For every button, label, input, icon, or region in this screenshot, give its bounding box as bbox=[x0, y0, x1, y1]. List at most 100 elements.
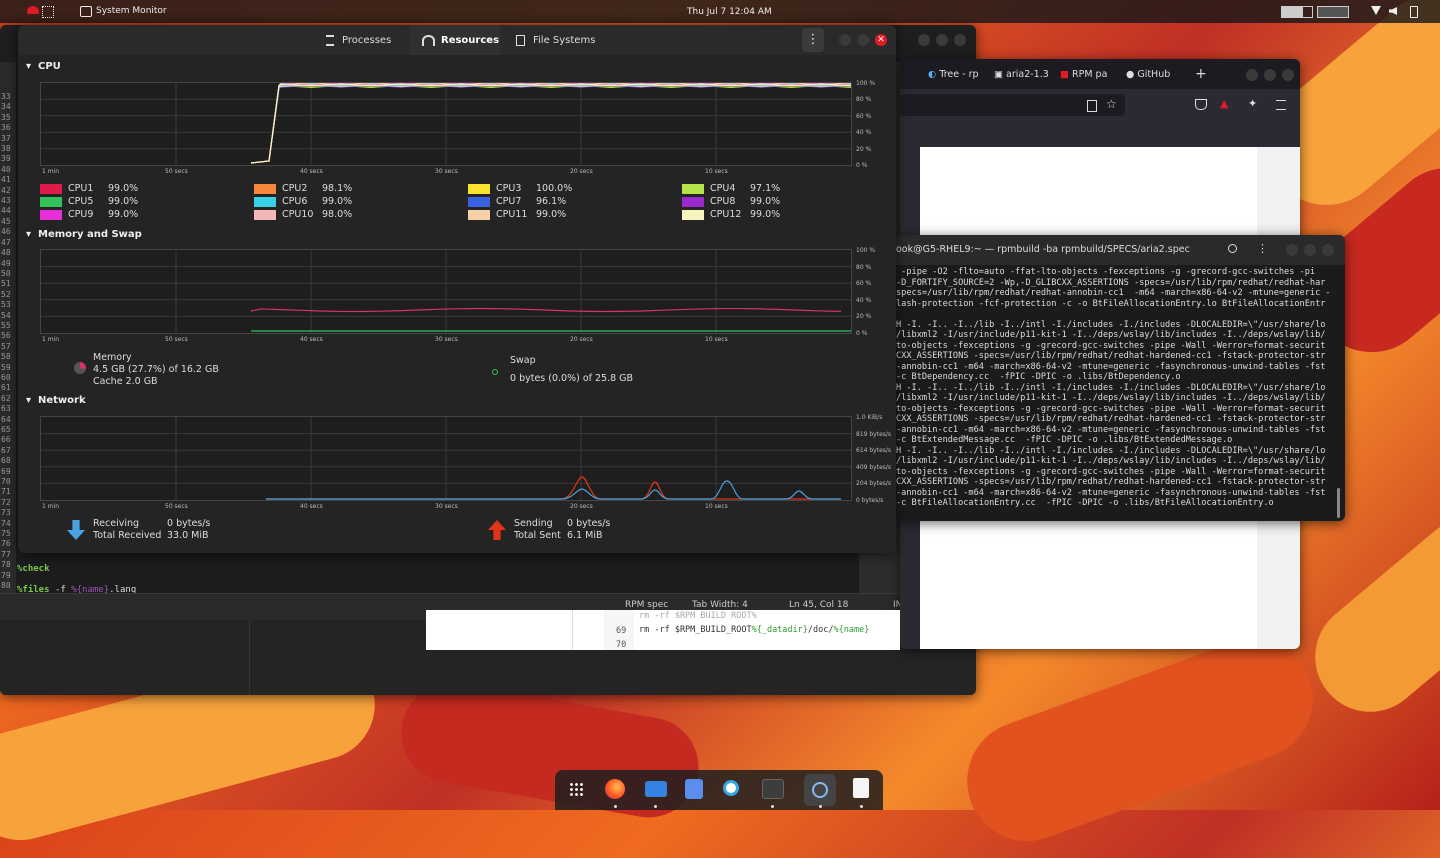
close-button[interactable] bbox=[1322, 244, 1334, 256]
app-menu-icon[interactable] bbox=[80, 6, 92, 17]
tab-rpm[interactable]: ■ RPM pa bbox=[1060, 69, 1107, 80]
total-received-label: Total Received bbox=[93, 530, 162, 541]
terminal-line: CXX_ASSERTIONS -specs=/usr/lib/rpm/redha… bbox=[896, 351, 1326, 361]
maximize-button[interactable] bbox=[1264, 69, 1276, 81]
cpu-series-line bbox=[250, 83, 851, 164]
line-number: 64 bbox=[1, 414, 11, 424]
close-button[interactable] bbox=[954, 34, 966, 46]
files-icon[interactable] bbox=[645, 781, 667, 797]
editor-bottom-divider bbox=[249, 620, 250, 695]
line-number: 52 bbox=[1, 289, 11, 299]
search-icon[interactable] bbox=[1228, 244, 1237, 253]
cpu-name: CPU6 bbox=[282, 196, 308, 207]
color-swatch[interactable] bbox=[468, 183, 490, 194]
color-swatch[interactable] bbox=[254, 183, 276, 194]
running-dot bbox=[654, 805, 657, 808]
color-swatch[interactable] bbox=[682, 183, 704, 194]
minimize-button[interactable] bbox=[1246, 69, 1258, 81]
color-swatch[interactable] bbox=[40, 183, 62, 194]
terminal-app-icon[interactable] bbox=[762, 779, 784, 799]
language-selector[interactable]: RPM spec bbox=[625, 600, 668, 610]
close-button[interactable]: ✕ bbox=[875, 34, 887, 46]
color-swatch[interactable] bbox=[682, 209, 704, 220]
line-number: 47 bbox=[1, 237, 11, 247]
color-swatch[interactable] bbox=[468, 196, 490, 207]
volume-icon[interactable] bbox=[1389, 7, 1397, 15]
extension-icon[interactable]: ✦ bbox=[1248, 97, 1257, 110]
cpu-value: 99.0% bbox=[108, 183, 139, 194]
y-tick-label: 204 bytes/s bbox=[856, 480, 892, 488]
line-number: 35 bbox=[1, 112, 11, 122]
cpu-value: 98.1% bbox=[322, 183, 353, 194]
activities-grid-icon[interactable] bbox=[42, 6, 54, 18]
color-swatch[interactable] bbox=[468, 209, 490, 220]
cpu-legend-item: CPU8 99.0% bbox=[682, 196, 780, 207]
back-icon[interactable] bbox=[18, 33, 21, 44]
line-number: 61 bbox=[1, 383, 11, 393]
tab-aria2[interactable]: ▣ aria2-1.3 bbox=[994, 69, 1049, 80]
reader-mode-icon[interactable] bbox=[1087, 100, 1097, 112]
tab-resources[interactable]: Resources bbox=[410, 25, 500, 55]
tab-file-systems[interactable]: File Systems bbox=[504, 25, 614, 55]
app-grid-icon[interactable] bbox=[569, 782, 583, 796]
terminal-output[interactable]: -pipe -O2 -flto=auto -ffat-lto-objects -… bbox=[896, 267, 1336, 509]
hamburger-menu-icon[interactable] bbox=[1276, 100, 1286, 110]
software-icon[interactable] bbox=[685, 779, 703, 799]
line-number: 68 bbox=[1, 456, 11, 466]
help-icon[interactable] bbox=[723, 780, 739, 796]
firefox-icon[interactable] bbox=[605, 779, 625, 799]
cpu-name: CPU7 bbox=[496, 196, 522, 207]
cpu-section-header[interactable]: ▾ CPU bbox=[26, 61, 61, 72]
network-section-header[interactable]: ▾ Network bbox=[26, 395, 86, 406]
tab-processes[interactable]: Processes bbox=[316, 25, 406, 55]
close-button[interactable] bbox=[1282, 69, 1294, 81]
line-number: 67 bbox=[1, 445, 11, 455]
cpu-value: 99.0% bbox=[108, 196, 139, 207]
cpu-name: CPU10 bbox=[282, 209, 314, 220]
new-tab-button[interactable]: + bbox=[1195, 66, 1207, 82]
bookmark-star-icon[interactable]: ☆ bbox=[1106, 97, 1117, 111]
y-tick-label: 60 % bbox=[856, 112, 872, 120]
mem-indicator-icon[interactable] bbox=[1317, 6, 1349, 18]
wifi-icon[interactable] bbox=[1371, 6, 1381, 15]
menu-kebab-icon[interactable]: ⋮ bbox=[1257, 242, 1268, 255]
sending-label: Sending bbox=[514, 518, 553, 529]
battery-icon[interactable] bbox=[1410, 6, 1418, 18]
line-number: 73 bbox=[1, 508, 11, 518]
app-menu-label[interactable]: System Monitor bbox=[96, 6, 167, 16]
warning-icon[interactable]: ▲ bbox=[1220, 97, 1228, 110]
tab-width-selector[interactable]: Tab Width: 4 bbox=[692, 600, 748, 610]
color-swatch[interactable] bbox=[254, 196, 276, 207]
cpu-indicator-icon[interactable] bbox=[1281, 6, 1313, 18]
x-tick-label: 10 secs bbox=[705, 336, 728, 343]
minimize-button[interactable] bbox=[918, 34, 930, 46]
minimize-button[interactable] bbox=[1286, 244, 1298, 256]
code-line-check: %check bbox=[17, 564, 50, 574]
tab-tree[interactable]: ◐ Tree - rp bbox=[928, 69, 979, 80]
redhat-logo-icon[interactable] bbox=[27, 6, 39, 14]
text-editor-icon[interactable] bbox=[853, 778, 869, 798]
maximize-button[interactable] bbox=[1304, 244, 1316, 256]
code-gutter bbox=[572, 610, 573, 650]
cpu-series-line bbox=[250, 83, 851, 164]
maximize-button[interactable] bbox=[936, 34, 948, 46]
cursor-position[interactable]: Ln 45, Col 18 bbox=[789, 600, 848, 610]
minimize-button[interactable] bbox=[839, 34, 851, 46]
terminal-scrollbar[interactable] bbox=[1337, 488, 1340, 518]
tab-github[interactable]: ● GitHub bbox=[1126, 69, 1170, 80]
terminal-title: ook@G5-RHEL9:~ — rpmbuild -ba rpmbuild/S… bbox=[896, 244, 1190, 255]
memory-section-header[interactable]: ▾ Memory and Swap bbox=[26, 229, 142, 240]
cpu-name: CPU2 bbox=[282, 183, 308, 194]
menu-kebab-icon[interactable]: ⋮ bbox=[802, 28, 824, 52]
maximize-button[interactable] bbox=[857, 34, 869, 46]
color-swatch[interactable] bbox=[254, 209, 276, 220]
color-swatch[interactable] bbox=[682, 196, 704, 207]
color-swatch[interactable] bbox=[40, 196, 62, 207]
y-tick-label: 614 bytes/s bbox=[856, 447, 892, 455]
pocket-icon[interactable] bbox=[1195, 99, 1207, 110]
color-swatch[interactable] bbox=[40, 209, 62, 220]
rpm-icon: ■ bbox=[1060, 69, 1069, 80]
chevron-down-icon: ▾ bbox=[26, 229, 32, 240]
clock[interactable]: Thu Jul 7 12:04 AM bbox=[687, 7, 772, 17]
